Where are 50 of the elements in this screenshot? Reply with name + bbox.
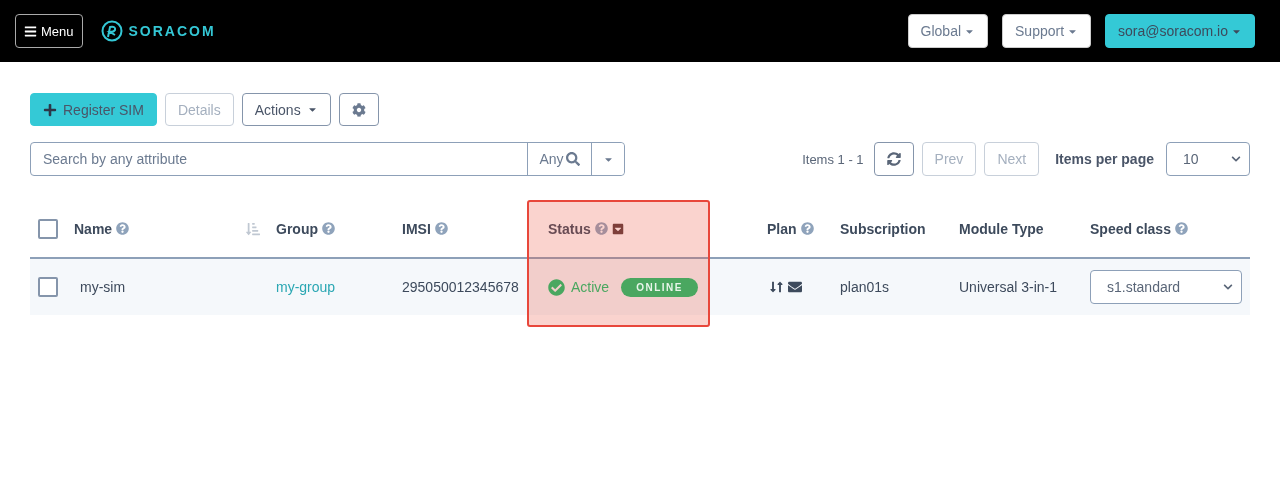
sort-icon[interactable] xyxy=(246,221,260,236)
nav-dropdown-button[interactable]: Global xyxy=(907,14,989,48)
settings-button[interactable] xyxy=(338,93,379,126)
status-text: Active xyxy=(571,279,610,295)
group-link[interactable]: my-group xyxy=(276,279,336,295)
search-icon xyxy=(565,152,580,166)
logo-text: SORACOM xyxy=(128,23,216,39)
column-header: IMSI xyxy=(402,220,431,237)
chevron-icon xyxy=(1223,282,1233,292)
help-icon[interactable] xyxy=(434,222,448,235)
transfer-arrows-icon xyxy=(767,281,786,293)
column-header: Plan xyxy=(767,220,797,237)
filter-icon[interactable] xyxy=(611,222,624,235)
sim-name: my-sim xyxy=(79,279,126,295)
account-button[interactable]: sora@soracom.io xyxy=(1105,14,1255,48)
menu-button[interactable]: Menu xyxy=(15,14,83,48)
nav-dropdown-button[interactable]: Support xyxy=(1002,14,1092,48)
actions-button[interactable]: Actions xyxy=(241,93,331,126)
column-header: Speed class xyxy=(1090,220,1171,237)
search-options-button[interactable] xyxy=(591,143,624,175)
settings-icon xyxy=(351,102,366,117)
column-header: Group xyxy=(276,220,318,237)
help-icon[interactable] xyxy=(116,222,130,235)
items-per-page-select[interactable]: 10 xyxy=(1166,142,1250,176)
search-field[interactable]: Search by any attribute Any xyxy=(30,142,625,176)
chevron-icon xyxy=(1231,154,1241,164)
register-sim-button[interactable]: Register SIM xyxy=(30,93,157,126)
refresh-icon xyxy=(886,152,901,166)
help-icon[interactable] xyxy=(1174,222,1188,235)
plus-icon xyxy=(43,102,57,117)
online-badge: ONLINE xyxy=(621,277,698,297)
select-all-checkbox[interactable] xyxy=(38,218,58,239)
imsi-text: 295050012345678 xyxy=(402,279,519,295)
subscription-text: plan01s xyxy=(840,279,890,295)
logo-icon xyxy=(100,20,123,42)
envelope-icon xyxy=(788,280,802,294)
speed-class-select[interactable]: s1.standard xyxy=(1090,270,1242,304)
column-header: Name xyxy=(74,220,113,237)
row-checkbox[interactable] xyxy=(38,277,58,297)
refresh-button[interactable] xyxy=(873,142,914,176)
items-count: Items 1 - 1 xyxy=(802,151,864,167)
items-per-page-label: Items per page xyxy=(1055,151,1154,167)
menu-icon xyxy=(24,24,37,38)
help-icon[interactable] xyxy=(800,222,814,235)
column-header: Module Type xyxy=(959,220,1044,237)
help-icon[interactable] xyxy=(322,222,335,235)
check-icon xyxy=(548,278,565,296)
module-type-text: Universal 3-in-1 xyxy=(959,279,1058,295)
column-header: Subscription xyxy=(840,220,926,237)
column-header: Status xyxy=(548,220,591,237)
